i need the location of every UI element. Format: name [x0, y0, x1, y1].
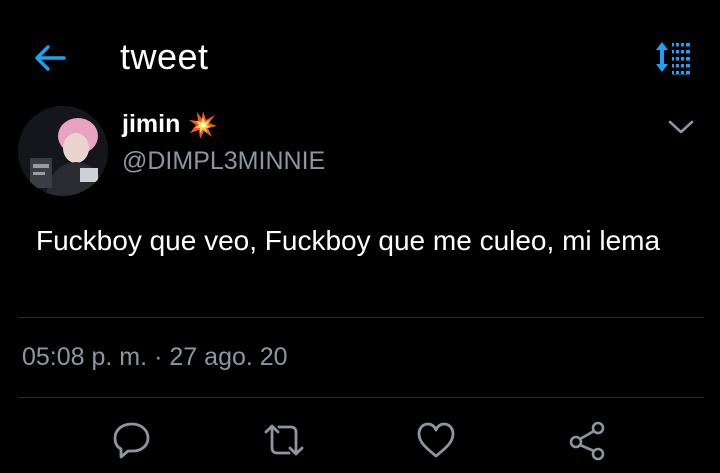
sort-icon — [656, 42, 690, 75]
share-icon — [569, 421, 605, 461]
retweet-button[interactable] — [262, 418, 306, 462]
like-button[interactable] — [414, 418, 458, 462]
more-options-button[interactable] — [666, 114, 696, 140]
retweet-icon — [264, 424, 304, 456]
chevron-down-icon — [668, 120, 694, 134]
sort-button[interactable] — [652, 38, 694, 78]
share-button[interactable] — [566, 418, 610, 462]
arrow-left-icon — [35, 45, 66, 71]
collision-emoji-icon — [188, 110, 218, 140]
divider-top — [18, 317, 704, 318]
tweet-text: Fuckboy que veo, Fuckboy que me culeo, m… — [36, 225, 661, 256]
tweet-timestamp: 05:08 p. m. · 27 ago. 20 — [22, 343, 288, 372]
author-handle[interactable]: @DIMPL3MINNIE — [122, 147, 325, 176]
top-bar: tweet — [0, 0, 720, 112]
reply-icon — [113, 422, 150, 459]
avatar[interactable] — [18, 106, 108, 196]
reply-button[interactable] — [110, 418, 154, 462]
like-icon — [417, 422, 455, 458]
tweet-time: 05:08 p. m. — [22, 343, 148, 371]
author-name[interactable]: jimin — [122, 110, 180, 139]
tweet-date: 27 ago. 20 — [169, 343, 288, 371]
divider-bottom — [18, 397, 704, 398]
back-button[interactable] — [30, 38, 70, 78]
page-title: tweet — [120, 36, 209, 77]
action-bar — [0, 418, 720, 462]
timestamp-separator: · — [154, 343, 163, 371]
